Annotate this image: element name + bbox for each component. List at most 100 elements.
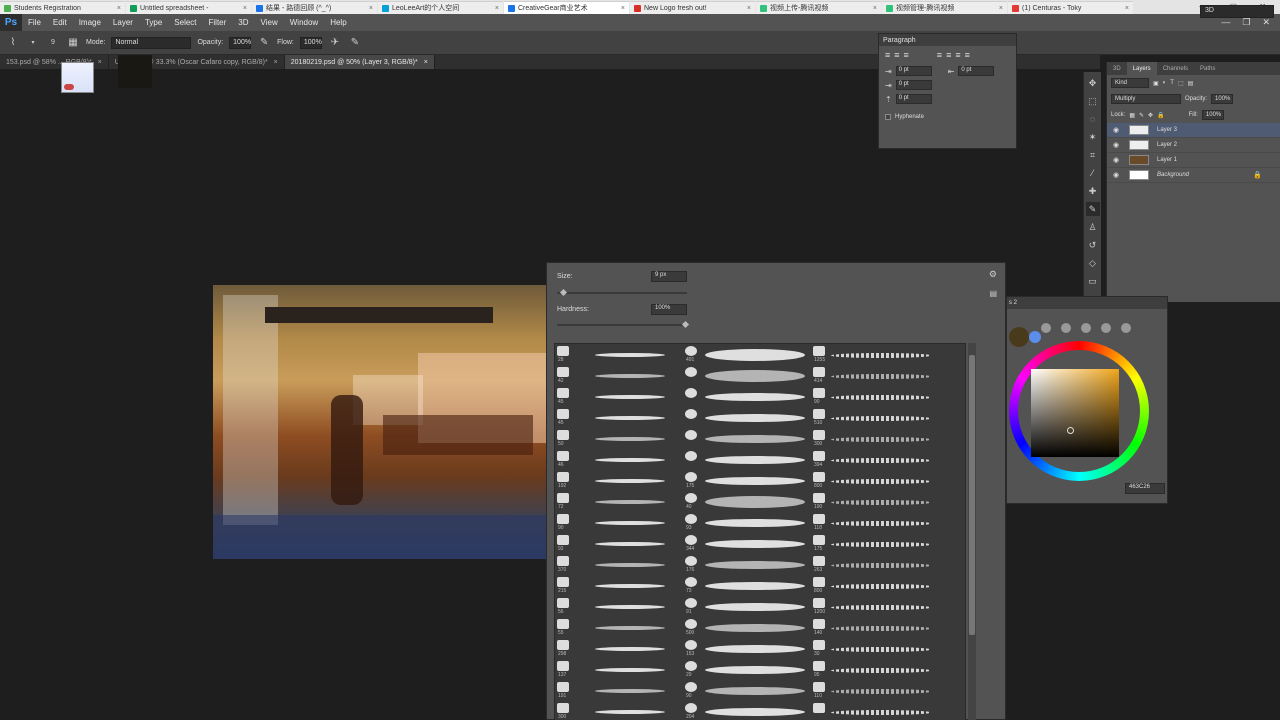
browser-tab[interactable]: 结果 - 路德回顾 (^_^) × [252, 1, 377, 14]
brush-size-preview[interactable]: 9 [46, 36, 60, 50]
brush-size-field[interactable]: 9 px [651, 271, 687, 282]
brush-tool-icon[interactable]: ✎ [1085, 202, 1100, 216]
brush-stroke-preview[interactable] [705, 477, 805, 485]
layer-row[interactable]: ◉ Layer 3 [1107, 123, 1280, 138]
gradient-tool-icon[interactable]: ▭ [1086, 274, 1100, 288]
close-icon[interactable]: × [98, 59, 102, 66]
justify-all-icon[interactable]: ≡ [965, 50, 970, 60]
brush-stroke-preview[interactable] [595, 416, 665, 420]
brush-preset-thumb[interactable] [813, 703, 825, 713]
restore-icon[interactable]: ❐ [1242, 17, 1250, 28]
move-tool-icon[interactable]: ✥ [1086, 76, 1100, 90]
brush-stroke-preview[interactable] [595, 542, 665, 546]
brush-stroke-preview[interactable] [595, 647, 665, 651]
brush-stroke-preview[interactable] [595, 374, 665, 378]
brush-hardness-field[interactable]: 100% [651, 304, 687, 315]
brush-stroke-preview[interactable] [595, 584, 665, 588]
brush-stroke-preview[interactable] [595, 479, 665, 483]
brush-stroke-preview[interactable] [831, 541, 931, 547]
brush-preset-thumb[interactable] [685, 703, 697, 713]
close-icon[interactable]: × [243, 5, 247, 12]
brush-preset-thumb[interactable] [813, 598, 825, 608]
brush-preset-thumb[interactable] [557, 556, 569, 566]
layer-row[interactable]: ◉ Layer 2 [1107, 138, 1280, 153]
brush-stroke-preview[interactable] [831, 352, 931, 358]
brush-preset-thumb[interactable] [685, 514, 697, 524]
brush-preset-thumb[interactable] [813, 577, 825, 587]
justify-left-icon[interactable]: ≡ [937, 50, 942, 60]
brush-preset-thumb[interactable] [557, 409, 569, 419]
menu-item[interactable]: Window [284, 18, 324, 27]
menu-item[interactable]: Type [139, 18, 168, 27]
brush-stroke-preview[interactable] [831, 688, 931, 694]
filter-type-icon[interactable]: T [1170, 80, 1174, 86]
brush-preset-thumb[interactable] [813, 472, 825, 482]
brush-preset-thumb[interactable] [813, 535, 825, 545]
brush-stroke-preview[interactable] [705, 435, 805, 443]
brush-preset-thumb[interactable] [557, 367, 569, 377]
brush-stroke-preview[interactable] [705, 519, 805, 527]
brush-stroke-preview[interactable] [595, 605, 665, 609]
menu-item[interactable]: 3D [232, 18, 254, 27]
lock-all-icon[interactable]: 🔒 [1157, 112, 1164, 119]
brush-preset-thumb[interactable] [557, 577, 569, 587]
marquee-tool-icon[interactable]: ⬚ [1086, 94, 1100, 108]
color-mode-button[interactable] [1081, 323, 1091, 333]
lock-position-icon[interactable]: ✥ [1148, 112, 1153, 119]
filter-pixel-icon[interactable]: ▣ [1153, 80, 1159, 87]
close-icon[interactable]: × [999, 5, 1003, 12]
eraser-tool-icon[interactable]: ◇ [1086, 256, 1100, 270]
brush-preset-thumb[interactable] [813, 451, 825, 461]
brush-preset-thumb[interactable] [813, 661, 825, 671]
gear-icon[interactable]: ⚙ [989, 269, 997, 280]
brush-stroke-preview[interactable] [595, 563, 665, 567]
pressure-size-icon[interactable]: ✎ [348, 36, 362, 50]
brush-hardness-slider[interactable] [557, 320, 690, 329]
brush-stroke-preview[interactable] [831, 415, 931, 421]
magic-wand-tool-icon[interactable]: ✶ [1086, 130, 1100, 144]
brush-preset-thumb[interactable] [685, 367, 697, 377]
browser-tab[interactable]: Students Registration × [0, 1, 125, 14]
brush-stroke-preview[interactable] [595, 668, 665, 672]
kind-filter-select[interactable]: Kind [1111, 78, 1149, 88]
brush-preset-thumb[interactable] [685, 682, 697, 692]
brush-preset-thumb[interactable] [685, 409, 697, 419]
brush-preset-thumb[interactable] [557, 493, 569, 503]
close-icon[interactable]: × [621, 5, 625, 12]
filter-smart-icon[interactable]: ▤ [1188, 80, 1194, 87]
brush-stroke-preview[interactable] [831, 583, 931, 589]
menu-item[interactable]: File [22, 18, 47, 27]
brush-preset-thumb[interactable] [685, 661, 697, 671]
mode-select[interactable]: Normal [111, 36, 192, 49]
brush-stroke-preview[interactable] [595, 689, 665, 693]
scrollbar-thumb[interactable] [969, 355, 975, 635]
brush-preset-thumb[interactable] [685, 598, 697, 608]
brush-preset-thumb[interactable] [557, 640, 569, 650]
browser-tab[interactable]: (1) Centuras - Toky × [1008, 1, 1133, 14]
brush-stroke-preview[interactable] [831, 520, 931, 526]
menu-item[interactable]: Edit [47, 18, 73, 27]
brush-preset-thumb[interactable] [557, 514, 569, 524]
brush-preset-thumb[interactable] [557, 535, 569, 545]
document-tab[interactable]: 20180219.psd @ 50% (Layer 3, RGB/8)* × [284, 55, 435, 69]
browser-tab[interactable]: New Logo fresh out! × [630, 1, 755, 14]
brush-stroke-preview[interactable] [831, 667, 931, 673]
close-icon[interactable]: × [747, 5, 751, 12]
brush-preset-thumb[interactable] [685, 472, 697, 482]
brush-preset-thumb[interactable] [813, 556, 825, 566]
brush-preset-thumb[interactable] [813, 388, 825, 398]
brush-preset-thumb[interactable] [557, 682, 569, 692]
brush-preset-thumb[interactable] [813, 346, 825, 356]
close-icon[interactable]: × [495, 5, 499, 12]
chevron-down-icon[interactable]: ▾ [26, 36, 40, 50]
saturation-value-square[interactable] [1031, 369, 1119, 457]
minimize-icon[interactable]: — [1221, 17, 1230, 28]
brush-preset-thumb[interactable] [685, 535, 697, 545]
brush-stroke-preview[interactable] [831, 709, 931, 715]
background-color-swatch[interactable] [1029, 331, 1041, 343]
align-right-icon[interactable]: ≡ [904, 50, 909, 60]
eyedropper-tool-icon[interactable]: ⁄ [1086, 166, 1100, 180]
color-mode-button[interactable] [1061, 323, 1071, 333]
brush-stroke-preview[interactable] [595, 710, 665, 714]
brush-stroke-preview[interactable] [705, 349, 805, 361]
